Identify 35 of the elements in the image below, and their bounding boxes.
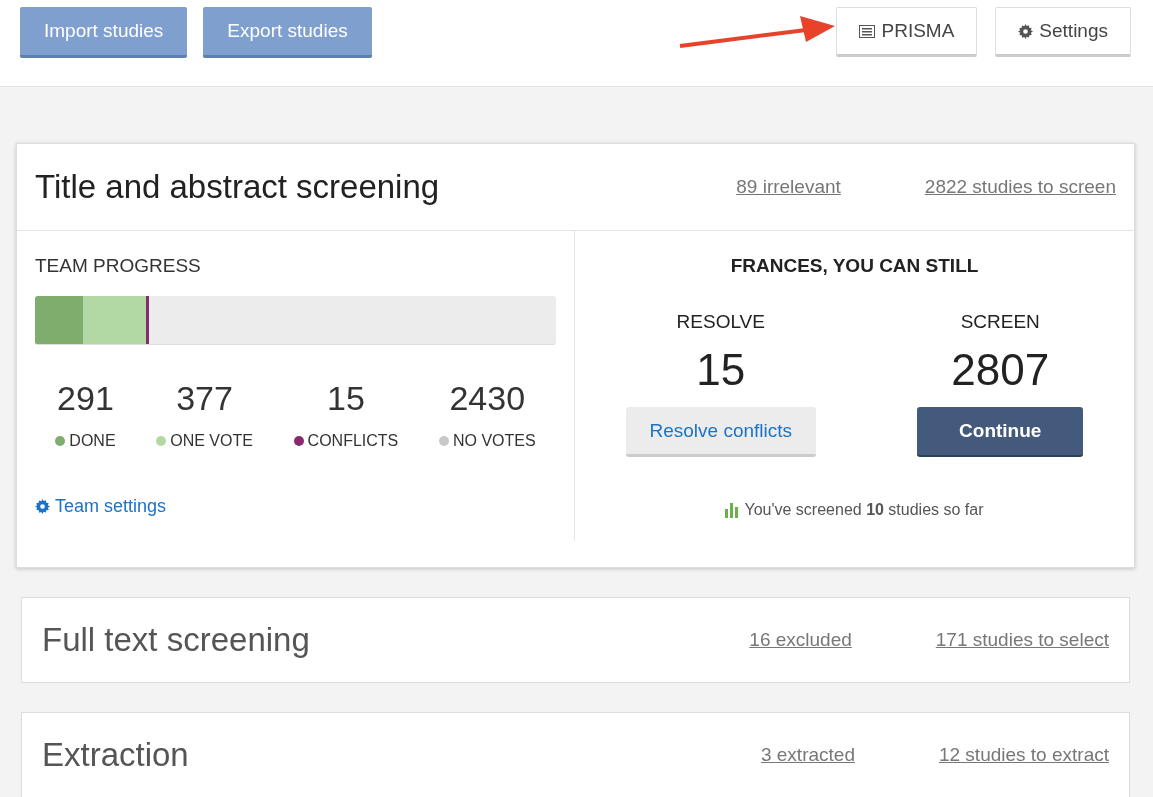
section-heading: TEAM PROGRESS xyxy=(35,255,202,277)
list-icon xyxy=(859,24,876,38)
bar-chart-icon xyxy=(725,502,740,518)
toolbar-button[interactable]: Export studies xyxy=(203,7,372,58)
stage-link[interactable]: 12 studies to extract xyxy=(938,744,1109,766)
stage-link[interactable]: 16 excluded xyxy=(749,629,852,651)
legend-label: NO VOTES xyxy=(452,432,536,450)
action-button[interactable]: Continue xyxy=(917,407,1084,457)
progress-note: You've screened 10 studies so far xyxy=(744,501,984,519)
action-button[interactable]: Resolve conflicts xyxy=(625,407,816,457)
settings-icon xyxy=(1018,23,1034,39)
action-label: RESOLVE xyxy=(676,311,765,333)
stage-link[interactable]: 89 irrelevant xyxy=(736,176,841,198)
stage-link[interactable]: 2822 studies to screen xyxy=(924,176,1116,198)
stage-link[interactable]: 3 extracted xyxy=(760,744,855,766)
legend-label: ONE VOTE xyxy=(170,432,253,450)
legend-label: CONFLICTS xyxy=(307,432,399,450)
action-count: 2807 xyxy=(951,345,1050,395)
settings-icon xyxy=(35,499,50,514)
stat-count: 15 xyxy=(327,379,365,418)
stage-title: Full text screening xyxy=(42,621,310,659)
action-label: SCREEN xyxy=(960,311,1040,333)
toolbar-button[interactable]: Import studies xyxy=(20,7,188,58)
stage-link[interactable]: 171 studies to select xyxy=(935,629,1109,651)
stage-title: Title and abstract screening xyxy=(35,168,440,206)
toolbar-button[interactable]: Settings xyxy=(995,7,1131,57)
stat-count: 2430 xyxy=(449,379,526,418)
team-settings-link[interactable]: Team settings xyxy=(35,496,167,517)
legend-label: DONE xyxy=(69,432,116,450)
stat-count: 377 xyxy=(176,379,233,418)
stat-count: 291 xyxy=(57,379,114,418)
stage-title: Extraction xyxy=(42,736,189,774)
toolbar-button[interactable]: PRISMA xyxy=(836,7,978,57)
action-count: 15 xyxy=(696,345,746,395)
section-heading: FRANCES, YOU CAN STILL xyxy=(730,255,979,277)
